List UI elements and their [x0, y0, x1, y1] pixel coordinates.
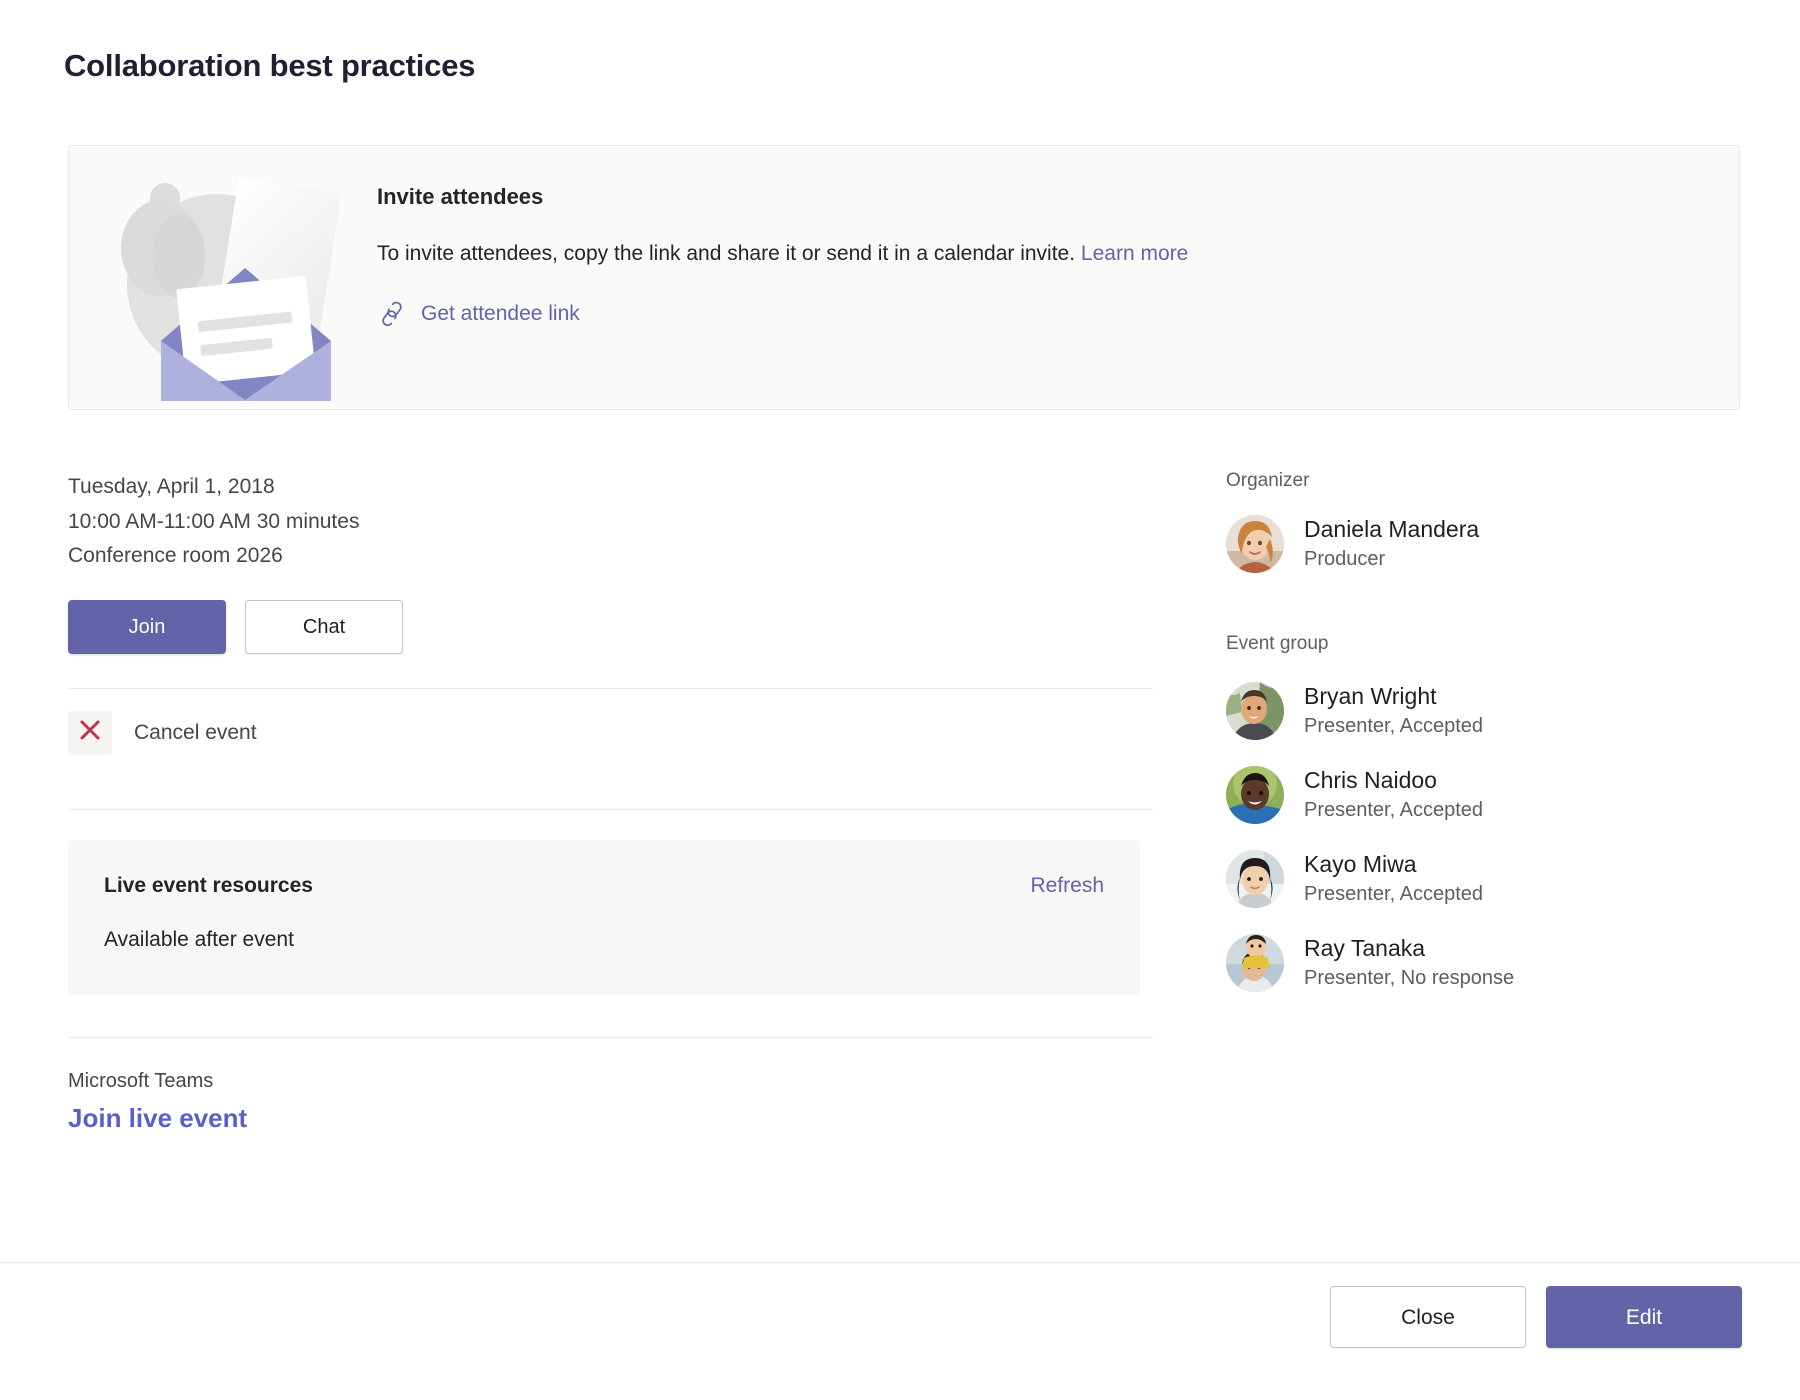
- person-role: Presenter, Accepted: [1304, 713, 1483, 739]
- divider-above-teams: [68, 1037, 1153, 1038]
- avatar: [1226, 682, 1284, 740]
- edit-button[interactable]: Edit: [1546, 1286, 1742, 1348]
- list-item[interactable]: Chris Naidoo Presenter, Accepted: [1226, 766, 1746, 824]
- event-details-column: Tuesday, April 1, 2018 10:00 AM-11:00 AM…: [68, 470, 1153, 1134]
- page-title: Collaboration best practices: [64, 48, 475, 84]
- close-button[interactable]: Close: [1330, 1286, 1526, 1348]
- invite-attendees-banner: Invite attendees To invite attendees, co…: [68, 145, 1740, 410]
- footer-divider: [0, 1262, 1800, 1263]
- person-name: Bryan Wright: [1304, 682, 1483, 711]
- avatar: [1226, 515, 1284, 573]
- avatar: [1226, 766, 1284, 824]
- join-live-event-link[interactable]: Join live event: [68, 1103, 1153, 1134]
- get-attendee-link-row[interactable]: Get attendee link: [377, 299, 1699, 329]
- organizer-role: Producer: [1304, 546, 1479, 572]
- join-button[interactable]: Join: [68, 600, 226, 654]
- person-name: Chris Naidoo: [1304, 766, 1483, 795]
- avatar: [1226, 850, 1284, 908]
- event-group-list: Bryan Wright Presenter, Accepted: [1226, 682, 1746, 992]
- organizer-person[interactable]: Daniela Mandera Producer: [1226, 515, 1746, 573]
- person-text: Chris Naidoo Presenter, Accepted: [1304, 766, 1483, 823]
- event-group-label: Event group: [1226, 633, 1746, 656]
- teams-join-block: Microsoft Teams Join live event: [68, 1037, 1153, 1134]
- envelope-invite-illustration: [99, 156, 339, 401]
- link-chain-icon: [377, 299, 407, 329]
- divider-below-cancel: [68, 809, 1153, 810]
- cancel-event-label: Cancel event: [134, 721, 257, 745]
- organizer-text: Daniela Mandera Producer: [1304, 515, 1479, 572]
- list-item[interactable]: Kayo Miwa Presenter, Accepted: [1226, 850, 1746, 908]
- chat-button[interactable]: Chat: [245, 600, 403, 654]
- cancel-event-row[interactable]: Cancel event: [68, 689, 257, 775]
- live-event-resources-status: Available after event: [104, 928, 1100, 952]
- refresh-link[interactable]: Refresh: [1030, 874, 1104, 898]
- person-text: Bryan Wright Presenter, Accepted: [1304, 682, 1483, 739]
- person-role: Presenter, Accepted: [1304, 881, 1483, 907]
- red-x-icon: [78, 718, 102, 747]
- person-name: Ray Tanaka: [1304, 934, 1514, 963]
- banner-description-text: To invite attendees, copy the link and s…: [377, 242, 1075, 265]
- get-attendee-link-label[interactable]: Get attendee link: [421, 302, 580, 326]
- footer-actions: Close Edit: [1330, 1286, 1742, 1348]
- avatar: [1226, 934, 1284, 992]
- event-time: 10:00 AM-11:00 AM 30 minutes: [68, 505, 1153, 540]
- organizer-name: Daniela Mandera: [1304, 515, 1479, 544]
- person-text: Ray Tanaka Presenter, No response: [1304, 934, 1514, 991]
- person-role: Presenter, No response: [1304, 965, 1514, 991]
- live-event-resources-title: Live event resources: [104, 874, 1100, 898]
- event-action-buttons: Join Chat: [68, 600, 1153, 654]
- event-location: Conference room 2026: [68, 539, 1153, 574]
- person-role: Presenter, Accepted: [1304, 797, 1483, 823]
- cancel-icon-box: [68, 711, 112, 755]
- teams-app-name: Microsoft Teams: [68, 1070, 1153, 1093]
- person-text: Kayo Miwa Presenter, Accepted: [1304, 850, 1483, 907]
- live-event-resources-box: Live event resources Refresh Available a…: [68, 840, 1140, 995]
- banner-heading: Invite attendees: [377, 184, 1699, 210]
- live-event-details-page: Collaboration best practices: [0, 0, 1800, 1400]
- event-date: Tuesday, April 1, 2018: [68, 470, 1153, 505]
- person-name: Kayo Miwa: [1304, 850, 1483, 879]
- organizer-label: Organizer: [1226, 470, 1746, 493]
- list-item[interactable]: Ray Tanaka Presenter, No response: [1226, 934, 1746, 992]
- learn-more-link[interactable]: Learn more: [1081, 242, 1188, 265]
- banner-description: To invite attendees, copy the link and s…: [377, 240, 1699, 268]
- list-item[interactable]: Bryan Wright Presenter, Accepted: [1226, 682, 1746, 740]
- people-column: Organizer Daniela Mandera Producer: [1226, 470, 1746, 992]
- banner-body: Invite attendees To invite attendees, co…: [377, 184, 1699, 329]
